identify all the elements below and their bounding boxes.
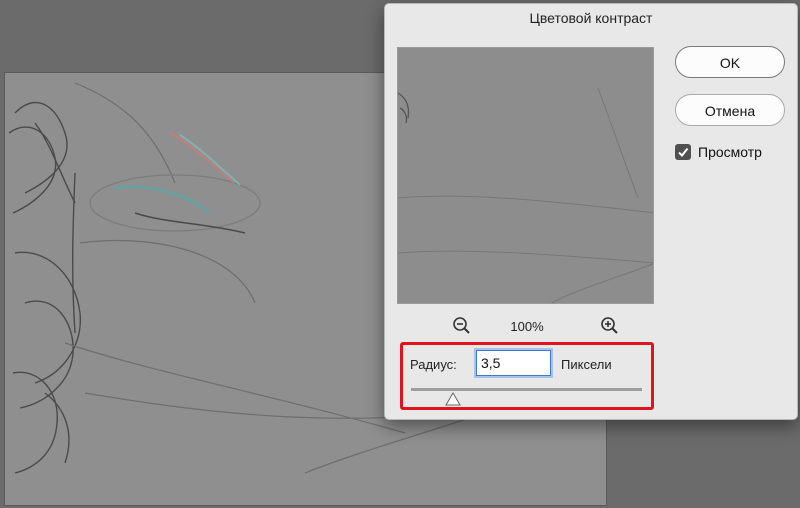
radius-slider-track[interactable] bbox=[411, 388, 642, 391]
radius-label: Радиус: bbox=[410, 357, 457, 372]
preview-label: Просмотр bbox=[698, 144, 762, 160]
slider-thumb-icon[interactable] bbox=[444, 392, 461, 406]
units-label: Пиксели bbox=[561, 357, 612, 372]
preview-toggle[interactable]: Просмотр bbox=[675, 142, 762, 162]
zoom-out-icon[interactable] bbox=[451, 315, 473, 337]
radius-group: Радиус: Пиксели bbox=[400, 342, 654, 410]
filter-preview[interactable] bbox=[397, 47, 654, 304]
zoom-in-icon[interactable] bbox=[599, 315, 621, 337]
zoom-level: 100% bbox=[510, 319, 544, 334]
checkmark-icon bbox=[678, 147, 689, 158]
contrast-dialog: Цветовой контраст 100% OK Отмена Просмот… bbox=[384, 3, 798, 420]
zoom-controls: 100% bbox=[397, 315, 654, 337]
cancel-button[interactable]: Отмена bbox=[675, 94, 785, 126]
ok-button[interactable]: OK bbox=[675, 46, 785, 78]
preview-checkbox[interactable] bbox=[675, 144, 691, 160]
radius-input[interactable] bbox=[476, 350, 551, 376]
dialog-title: Цветовой контраст bbox=[529, 10, 653, 26]
